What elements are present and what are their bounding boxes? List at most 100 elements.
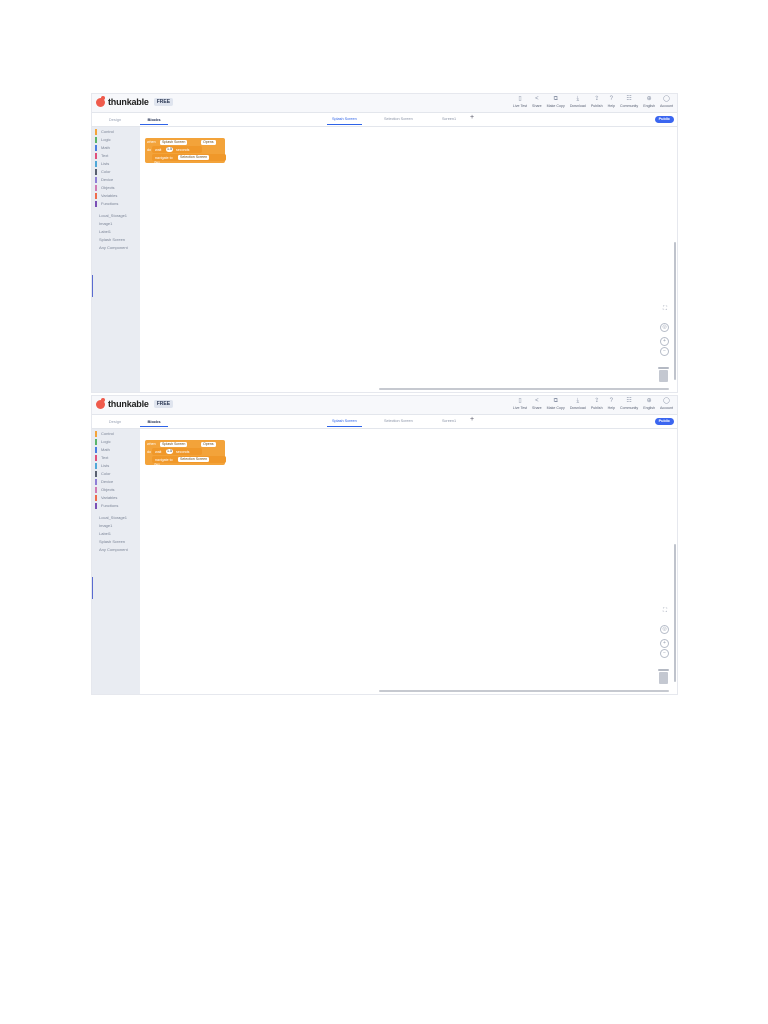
toolbar-account[interactable]: ◯ Account: [660, 398, 673, 411]
vertical-scrollbar[interactable]: [674, 544, 676, 682]
category-lists[interactable]: Lists: [92, 160, 140, 168]
tab-blocks[interactable]: Blocks: [140, 115, 168, 125]
vertical-scrollbar[interactable]: [674, 242, 676, 380]
horizontal-scrollbar[interactable]: [379, 388, 669, 390]
wait-seconds-input[interactable]: 1.5: [166, 147, 173, 152]
wait-seconds-block[interactable]: wait 1.5 seconds: [152, 146, 202, 153]
toolbar-label: Share: [532, 406, 542, 410]
toolbar-publish[interactable]: ⇪ Publish: [591, 398, 603, 411]
component-any-component[interactable]: Any Component: [92, 244, 140, 252]
category-label: Control: [101, 431, 114, 436]
zoom-in-icon[interactable]: +: [660, 639, 669, 648]
wait-seconds-input[interactable]: 1.5: [166, 449, 173, 454]
thunkable-logo[interactable]: thunkable FREE: [96, 397, 174, 409]
toolbar-live-test[interactable]: ▯ Live Test: [513, 398, 527, 411]
category-color[interactable]: Color: [92, 168, 140, 176]
toolbar-publish[interactable]: ⇪ Publish: [591, 96, 603, 109]
navigate-target-selector[interactable]: Selection Screen: [178, 457, 210, 462]
component-local-storage[interactable]: Local_Storage1: [92, 212, 140, 220]
trash-icon[interactable]: [658, 367, 669, 382]
public-button[interactable]: Public: [654, 418, 674, 425]
component-label[interactable]: Label1: [92, 530, 140, 538]
component-image[interactable]: Image1: [92, 220, 140, 228]
category-objects[interactable]: Objects: [92, 184, 140, 192]
trash-icon[interactable]: [658, 669, 669, 684]
recenter-icon[interactable]: ◎: [660, 625, 669, 634]
screen-tab-splash-screen[interactable]: Splash Screen: [327, 115, 362, 125]
category-control[interactable]: Control: [92, 128, 140, 136]
horizontal-scrollbar[interactable]: [379, 690, 669, 692]
sidebar-resize-handle[interactable]: [92, 275, 93, 297]
add-screen-button[interactable]: +: [470, 114, 474, 121]
navigate-to-block[interactable]: navigate to Selection Screen: [152, 154, 226, 161]
event-selector[interactable]: Opens: [201, 441, 216, 447]
toolbar-language[interactable]: ⊕ English: [643, 96, 655, 109]
category-text[interactable]: Text: [92, 152, 140, 160]
category-device[interactable]: Device: [92, 176, 140, 184]
screen-tab-selection-screen[interactable]: Selection Screen: [384, 417, 413, 426]
toolbar-make-copy[interactable]: ⧉ Make Copy: [547, 398, 565, 411]
wait-seconds-block[interactable]: wait 1.5 seconds: [152, 448, 202, 455]
category-color[interactable]: Color: [92, 470, 140, 478]
toolbar-download[interactable]: ⤓ Download: [570, 96, 586, 109]
navigate-to-block[interactable]: navigate to Selection Screen: [152, 456, 226, 463]
tab-blocks[interactable]: Blocks: [140, 417, 168, 427]
category-text[interactable]: Text: [92, 454, 140, 462]
event-selector[interactable]: Opens: [201, 139, 216, 145]
category-logic[interactable]: Logic: [92, 438, 140, 446]
category-control[interactable]: Control: [92, 430, 140, 438]
category-logic[interactable]: Logic: [92, 136, 140, 144]
component-splash-screen[interactable]: Splash Screen: [92, 538, 140, 546]
toolbar-live-test[interactable]: ▯ Live Test: [513, 96, 527, 109]
blocks-workspace[interactable]: when Splash Screen Opens do wait 1.5 sec…: [140, 127, 677, 392]
category-label: Objects: [101, 487, 115, 492]
toolbar-make-copy[interactable]: ⧉ Make Copy: [547, 96, 565, 109]
screen-selector[interactable]: Splash Screen: [160, 139, 188, 145]
component-splash-screen[interactable]: Splash Screen: [92, 236, 140, 244]
screen-tab-screen1[interactable]: Screen1: [442, 115, 456, 124]
toolbar-help[interactable]: ? Help: [608, 96, 615, 109]
zoom-out-icon[interactable]: −: [660, 347, 669, 356]
component-image[interactable]: Image1: [92, 522, 140, 530]
thunkable-logo[interactable]: thunkable FREE: [96, 95, 174, 107]
live-test-icon: ▯: [518, 96, 522, 102]
toolbar-language[interactable]: ⊕ English: [643, 398, 655, 411]
toolbar-download[interactable]: ⤓ Download: [570, 398, 586, 411]
category-functions[interactable]: Functions: [92, 502, 140, 510]
screen-selector[interactable]: Splash Screen: [160, 441, 188, 447]
toolbar-share[interactable]: < Share: [532, 398, 542, 411]
category-functions[interactable]: Functions: [92, 200, 140, 208]
toolbar-share[interactable]: < Share: [532, 96, 542, 109]
tab-design[interactable]: Design: [101, 417, 129, 426]
fullscreen-icon[interactable]: ⛶: [660, 608, 670, 615]
category-math[interactable]: Math: [92, 446, 140, 454]
screen-tab-selection-screen[interactable]: Selection Screen: [384, 115, 413, 124]
component-local-storage[interactable]: Local_Storage1: [92, 514, 140, 522]
sidebar-resize-handle[interactable]: [92, 577, 93, 599]
zoom-in-icon[interactable]: +: [660, 337, 669, 346]
toolbar-community[interactable]: ☷ Community: [620, 96, 638, 109]
category-variables[interactable]: Variables: [92, 192, 140, 200]
category-variables[interactable]: Variables: [92, 494, 140, 502]
toolbar-community[interactable]: ☷ Community: [620, 398, 638, 411]
category-device[interactable]: Device: [92, 478, 140, 486]
category-lists[interactable]: Lists: [92, 462, 140, 470]
blocks-workspace[interactable]: when Splash Screen Opens do wait 1.5 sec…: [140, 429, 677, 694]
toolbar-account[interactable]: ◯ Account: [660, 96, 673, 109]
public-button[interactable]: Public: [654, 116, 674, 123]
category-objects[interactable]: Objects: [92, 486, 140, 494]
tab-design[interactable]: Design: [101, 115, 129, 124]
component-any-component[interactable]: Any Component: [92, 546, 140, 554]
add-screen-button[interactable]: +: [470, 416, 474, 423]
blocks-sidebar: Control Logic Math Text Lists Color Devi…: [92, 127, 140, 392]
fullscreen-icon[interactable]: ⛶: [660, 306, 670, 313]
recenter-icon[interactable]: ◎: [660, 323, 669, 332]
component-label[interactable]: Label1: [92, 228, 140, 236]
screen-tab-splash-screen[interactable]: Splash Screen: [327, 417, 362, 427]
toolbar-help[interactable]: ? Help: [608, 398, 615, 411]
category-label: Device: [101, 177, 114, 182]
category-math[interactable]: Math: [92, 144, 140, 152]
zoom-out-icon[interactable]: −: [660, 649, 669, 658]
navigate-target-selector[interactable]: Selection Screen: [178, 155, 210, 160]
screen-tab-screen1[interactable]: Screen1: [442, 417, 456, 426]
